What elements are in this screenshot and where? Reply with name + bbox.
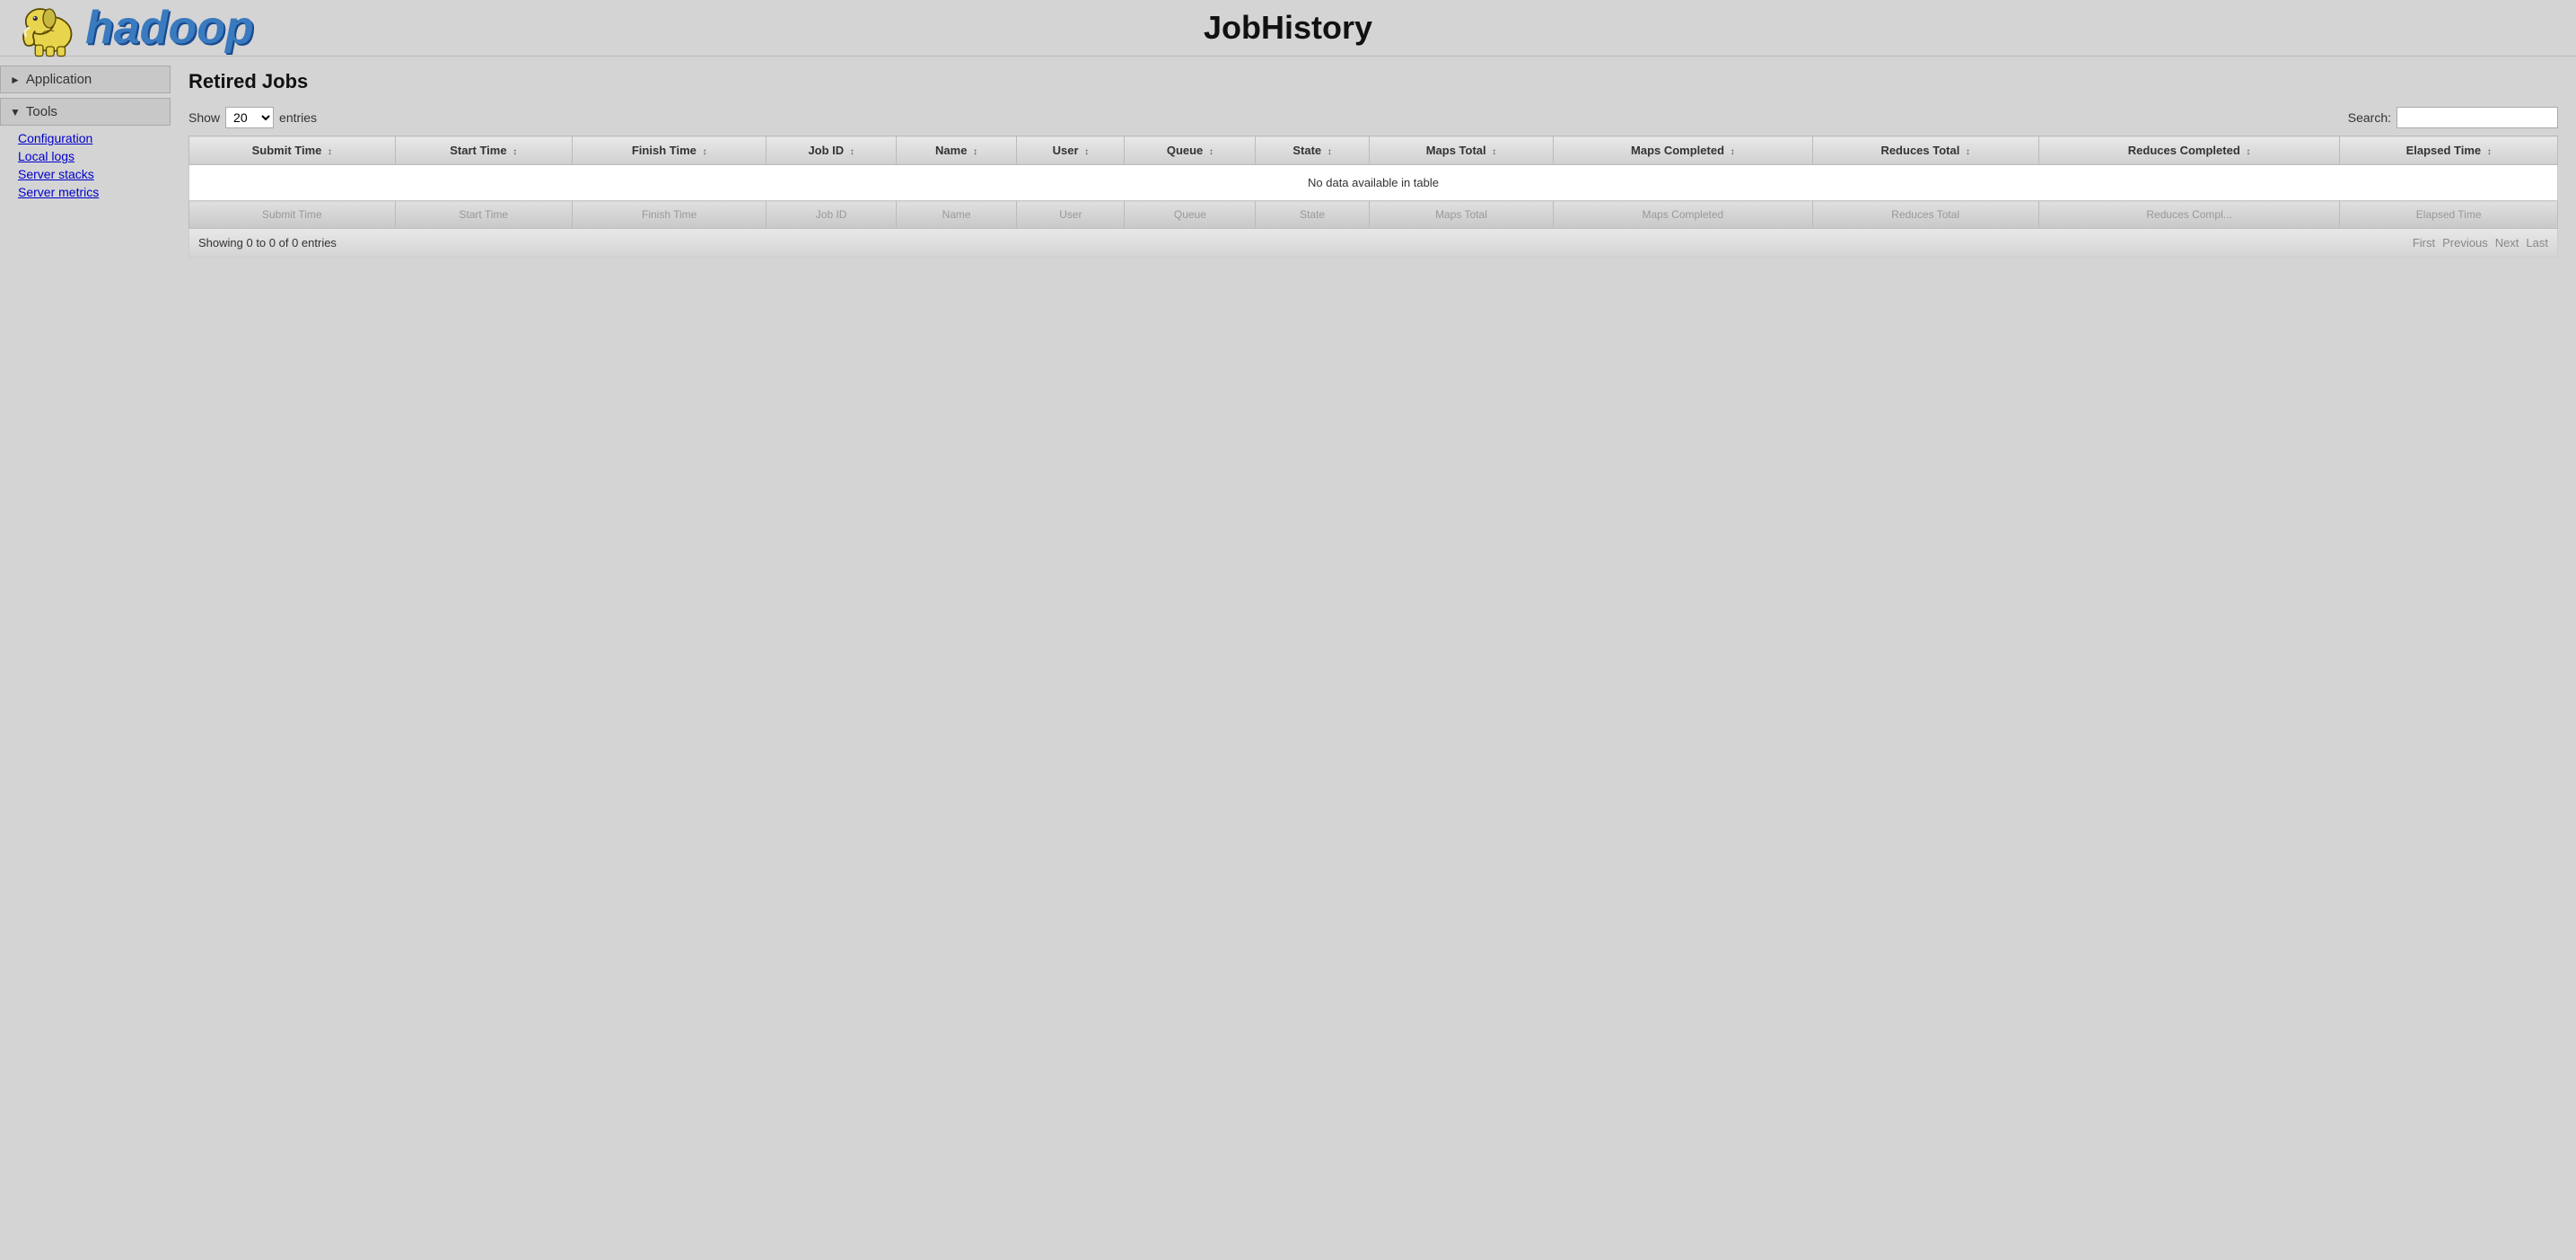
show-label: Show [188,110,220,125]
sidebar-link-configuration[interactable]: Configuration [18,129,171,147]
jobs-table: Submit Time ↕ Start Time ↕ Finish Time ↕… [188,136,2558,229]
col-state[interactable]: State ↕ [1256,136,1369,165]
pagination-last[interactable]: Last [2526,236,2548,249]
sidebar-section-application: ► Application [0,66,171,93]
ghost-col-user: User [1017,201,1125,229]
col-reduces-completed[interactable]: Reduces Completed ↕ [2038,136,2339,165]
col-queue[interactable]: Queue ↕ [1125,136,1256,165]
ghost-col-job-id: Job ID [767,201,896,229]
ghost-col-finish-time: Finish Time [572,201,767,229]
application-arrow-icon: ► [10,74,21,86]
ghost-col-start-time: Start Time [395,201,572,229]
retired-jobs-title: Retired Jobs [188,70,2558,93]
sidebar-application-label: Application [26,72,92,87]
ghost-col-state: State [1256,201,1369,229]
col-finish-time[interactable]: Finish Time ↕ [572,136,767,165]
col-start-time[interactable]: Start Time ↕ [395,136,572,165]
ghost-col-reduces-completed: Reduces Compl... [2038,201,2339,229]
ghost-col-name: Name [896,201,1017,229]
col-job-id[interactable]: Job ID ↕ [767,136,896,165]
ghost-col-submit-time: Submit Time [189,201,396,229]
sidebar: ► Application ▼ Tools Configuration Loca… [0,57,171,1227]
ghost-col-maps-total: Maps Total [1369,201,1553,229]
col-elapsed-time[interactable]: Elapsed Time ↕ [2340,136,2558,165]
tools-arrow-icon: ▼ [10,106,21,118]
sidebar-application-header[interactable]: ► Application [0,66,171,93]
search-label: Search: [2348,110,2391,125]
col-maps-total[interactable]: Maps Total ↕ [1369,136,1553,165]
pagination-next[interactable]: Next [2495,236,2519,249]
col-name[interactable]: Name ↕ [896,136,1017,165]
logo-area: hadoop [18,0,254,59]
logo-text: hadoop [85,1,254,55]
ghost-col-reduces-total: Reduces Total [1812,201,2038,229]
show-entries-control: Show 10 20 50 100 entries [188,107,317,128]
pagination-links: First Previous Next Last [2413,236,2548,249]
sidebar-tools-items: Configuration Local logs Server stacks S… [0,126,171,205]
no-data-cell: No data available in table [189,165,2558,201]
col-user[interactable]: User ↕ [1017,136,1125,165]
ghost-col-queue: Queue [1125,201,1256,229]
main-content: Retired Jobs Show 10 20 50 100 entries S… [171,57,2576,1227]
search-area: Search: [2348,107,2558,128]
table-footer: Showing 0 to 0 of 0 entries First Previo… [188,229,2558,258]
table-ghost-header-row: Submit Time Start Time Finish Time Job I… [189,201,2558,229]
sidebar-tools-label: Tools [26,104,57,119]
sidebar-link-local-logs[interactable]: Local logs [18,147,171,165]
pagination-first[interactable]: First [2413,236,2435,249]
no-data-row: No data available in table [189,165,2558,201]
sidebar-tools-header[interactable]: ▼ Tools [0,98,171,126]
col-reduces-total[interactable]: Reduces Total ↕ [1812,136,2038,165]
showing-text: Showing 0 to 0 of 0 entries [198,236,337,249]
hadoop-logo-elephant [18,0,81,59]
pagination-previous[interactable]: Previous [2442,236,2488,249]
entries-select[interactable]: 10 20 50 100 [225,107,274,128]
entries-label: entries [279,110,317,125]
table-controls: Show 10 20 50 100 entries Search: [188,107,2558,128]
table-header-row: Submit Time ↕ Start Time ↕ Finish Time ↕… [189,136,2558,165]
page-title: JobHistory [1204,9,1372,47]
col-submit-time[interactable]: Submit Time ↕ [189,136,396,165]
sidebar-section-tools: ▼ Tools Configuration Local logs Server … [0,98,171,205]
col-maps-completed[interactable]: Maps Completed ↕ [1554,136,1812,165]
ghost-col-maps-completed: Maps Completed [1554,201,1812,229]
sidebar-link-server-stacks[interactable]: Server stacks [18,165,171,183]
search-input[interactable] [2396,107,2558,128]
sidebar-link-server-metrics[interactable]: Server metrics [18,183,171,201]
ghost-col-elapsed-time: Elapsed Time [2340,201,2558,229]
